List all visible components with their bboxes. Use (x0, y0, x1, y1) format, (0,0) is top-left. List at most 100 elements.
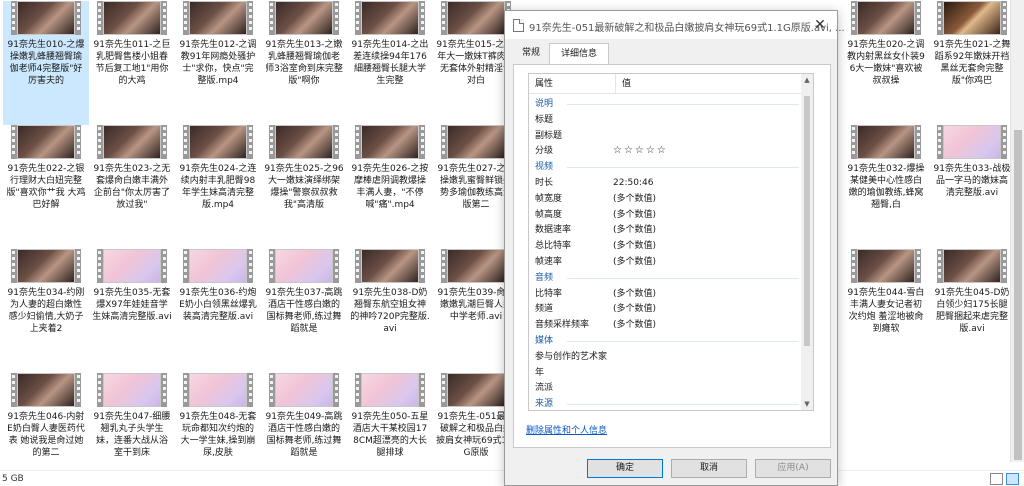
property-name: 总比特率 (535, 241, 572, 252)
property-row[interactable]: 副标题 (529, 128, 799, 144)
property-name: 媒体 (535, 336, 554, 346)
video-thumbnail (11, 249, 81, 283)
dialog-titlebar[interactable]: 91奈先生-051最新破解之和极品白嫩披肩女神玩69式1.1G原版.avi, .… (505, 11, 845, 39)
ok-button[interactable]: 确定 (587, 459, 663, 478)
file-name: 91奈先生023-之无套爆肏白嫩丰满外企前台"你太厉害了放过我" (93, 164, 171, 210)
file-name: 91奈先生011-之巨乳肥臀售楼小姐春节后复工地1"用你的大鸡 (93, 40, 171, 86)
property-row[interactable]: 帧高度 (多个数值) (529, 207, 799, 223)
property-row[interactable]: 音频采样频率 (多个数值) (529, 317, 799, 333)
scroll-up-icon[interactable]: ▲ (801, 74, 813, 86)
column-property[interactable]: 属性 (535, 74, 553, 94)
thumbnail-image (858, 2, 914, 34)
video-thumbnail (183, 373, 253, 407)
file-name: 91奈先生038-D奶翘臀东航空姐女神的神吟720P完整版.avi (350, 288, 430, 334)
property-list-scroll-thumb[interactable] (804, 96, 810, 346)
vertical-scrollbar[interactable] (1010, 0, 1024, 462)
thumbnail-image (18, 374, 74, 406)
thumbnail-image (944, 126, 1000, 158)
file-tile[interactable]: 91奈先生032-爆操某健美中心性感白嫩的瑜伽教练,蜂窝翘臀,白 (843, 125, 929, 249)
file-tile[interactable]: 91奈先生022-之银行理财大白妞完整版"喜欢你艹我 大鸡巴好解 (3, 125, 89, 249)
rating-stars[interactable]: ☆☆☆☆☆ (613, 143, 668, 159)
property-group-header[interactable]: 音频 (529, 270, 799, 286)
file-tile[interactable]: 91奈先生033-战极品一字马的嫩妹高清完整版.avi (929, 125, 1015, 249)
video-thumbnail (851, 249, 921, 283)
thumbnail-image (276, 250, 332, 282)
file-tile[interactable]: 91奈先生026-之按摩棒虐阴调教爆操丰满人妻，"不停喊"痛".mp4 (347, 125, 433, 249)
property-name: 帧高度 (535, 209, 563, 220)
property-row[interactable]: 分级 ☆☆☆☆☆ (529, 143, 799, 159)
remove-properties-link[interactable]: 删除属性和个人信息 (526, 423, 607, 436)
file-tile[interactable]: 91奈先生011-之巨乳肥臀售楼小姐春节后复工地1"用你的大鸡 (89, 1, 175, 125)
cancel-button[interactable]: 取消 (671, 459, 747, 478)
file-tile[interactable]: 91奈先生044-雪白丰满人妻女记者初次约炮 羞涩地被肏到瘫软 (843, 249, 929, 373)
file-tile[interactable]: 91奈先生010-之爆操嫩乳蜂腰翘臀瑜伽老师4完整版"好厉害夫的 (3, 1, 89, 125)
file-tile[interactable]: 91奈先生013-之嫩乳蜂腰翘臀瑜伽老师3浴室肏到床完整版"啊你 (261, 1, 347, 125)
apply-button[interactable]: 应用(A) (755, 459, 831, 478)
file-tile[interactable]: 91奈先生012-之调教91年网瘾处骚护士"求你，快点"完整版.mp4 (175, 1, 261, 125)
video-thumbnail (441, 373, 511, 407)
tab-general[interactable]: 常规 (513, 43, 549, 65)
file-tile[interactable]: 91奈先生045-D奶白领少妇175长腿肥臀捆起来虐完整版.avi (929, 249, 1015, 373)
property-list-scrollbar[interactable]: ▲ ▼ (801, 74, 813, 410)
property-row[interactable]: 数据速率 (多个数值) (529, 222, 799, 238)
property-value: (多个数值) (613, 209, 657, 220)
video-thumbnail (937, 1, 1007, 35)
thumbnail-image (276, 2, 332, 34)
tab-details[interactable]: 详细信息 (549, 43, 609, 65)
thumbnail-image (362, 250, 418, 282)
thumbnail-image (276, 374, 332, 406)
property-row[interactable]: 总比特率 (多个数值) (529, 238, 799, 254)
file-name: 91奈先生010-之爆操嫩乳蜂腰翘臀瑜伽老师4完整版"好厉害夫的 (7, 40, 85, 86)
file-name: 91奈先生037-高跳酒店干性感白嫩的国标舞老师,练过舞蹈就是 (265, 288, 343, 334)
video-thumbnail (97, 1, 167, 35)
video-thumbnail (269, 1, 339, 35)
details-view-icon[interactable] (990, 473, 1003, 485)
video-thumbnail (355, 373, 425, 407)
file-name: 91奈先生033-战极品一字马的嫩妹高清完整版.avi (933, 164, 1011, 198)
file-tile[interactable]: 91奈先生023-之无套爆肏白嫩丰满外企前台"你太厉害了放过我" (89, 125, 175, 249)
property-row[interactable]: 流派 (529, 380, 799, 396)
property-group-header[interactable]: 说明 (529, 96, 799, 112)
property-group-header[interactable]: 视频 (529, 159, 799, 175)
property-row[interactable]: 比特率 (多个数值) (529, 286, 799, 302)
property-name: 时长 (535, 178, 554, 188)
thumbnail-image (276, 126, 332, 158)
thumbnail-image (18, 250, 74, 282)
property-row[interactable]: 帧速率 (多个数值) (529, 254, 799, 270)
video-thumbnail (441, 249, 511, 283)
file-tile[interactable]: 91奈先生034-约刚为人妻的超白嫩性感少妇偷情,大奶子上夹着2 (3, 249, 89, 373)
file-name: 91奈先生022-之银行理财大白妞完整版"喜欢你艹我 大鸡巴好解 (6, 164, 86, 210)
property-row[interactable]: 年 (529, 365, 799, 381)
file-tile[interactable]: 91奈先生035-无套爆X97年娃娃音学生妹高清完整版.avi (89, 249, 175, 373)
file-tile[interactable]: 91奈先生021-之舞蹈系92年嫩妹开裆黑丝无套肏完整版"你鸡巴 (929, 1, 1015, 125)
file-tile[interactable]: 91奈先生038-D奶翘臀东航空姐女神的神吟720P完整版.avi (347, 249, 433, 373)
thumbnail-image (858, 250, 914, 282)
details-panel: 属性 值 说明标题 副标题 分级 ☆☆☆☆☆ 视频 时长 22:50:46 帧宽度 (多个数值)… (513, 64, 831, 448)
property-row[interactable]: 时长 22:50:46 (529, 175, 799, 191)
property-name: 说明 (535, 99, 554, 109)
property-group-header[interactable]: 媒体 (529, 333, 799, 349)
property-row[interactable]: 标题 (529, 112, 799, 128)
file-tile[interactable]: 91奈先生037-高跳酒店干性感白嫩的国标舞老师,练过舞蹈就是 (261, 249, 347, 373)
property-row[interactable]: 帧宽度 (多个数值) (529, 191, 799, 207)
file-icon (513, 19, 524, 32)
file-tile[interactable]: 91奈先生014-之出差连续操94年176細腰翘臀长腿大学生完整 (347, 1, 433, 125)
thumbnail-image (944, 250, 1000, 282)
property-group-header[interactable]: 来源 (529, 396, 799, 410)
file-tile[interactable]: 91奈先生025-之96大一嫩妹演绎绑架爆操"警察叔叔救我"高清版 (261, 125, 347, 249)
file-tile[interactable]: 91奈先生020-之调教内射黑丝女仆装96大一嫩妹"喜欢被叔叔操 (843, 1, 929, 125)
scroll-down-icon[interactable]: ▼ (801, 398, 813, 410)
file-tile[interactable]: 91奈先生024-之连续内射丰乳肥臀98年学生妹高清完整版.mp4 (175, 125, 261, 249)
thumbnail-image (190, 126, 246, 158)
property-row[interactable]: 参与创作的艺术家 (529, 349, 799, 365)
property-name: 音频采样频率 (535, 320, 590, 331)
file-tile[interactable]: 91奈先生036-约炮E奶小白领黑丝爆乳装高清完整版.avi (175, 249, 261, 373)
video-thumbnail (355, 249, 425, 283)
file-name: 91奈先生045-D奶白领少妇175长腿肥臀捆起来虐完整版.avi (934, 288, 1010, 334)
property-row[interactable]: 频道 (多个数值) (529, 301, 799, 317)
thumbnail-view-icon[interactable] (1006, 473, 1019, 485)
column-value[interactable]: 值 (615, 74, 631, 94)
video-thumbnail (269, 249, 339, 283)
scrollbar-thumb[interactable] (1014, 130, 1022, 460)
close-icon[interactable]: ✕ (811, 16, 829, 34)
